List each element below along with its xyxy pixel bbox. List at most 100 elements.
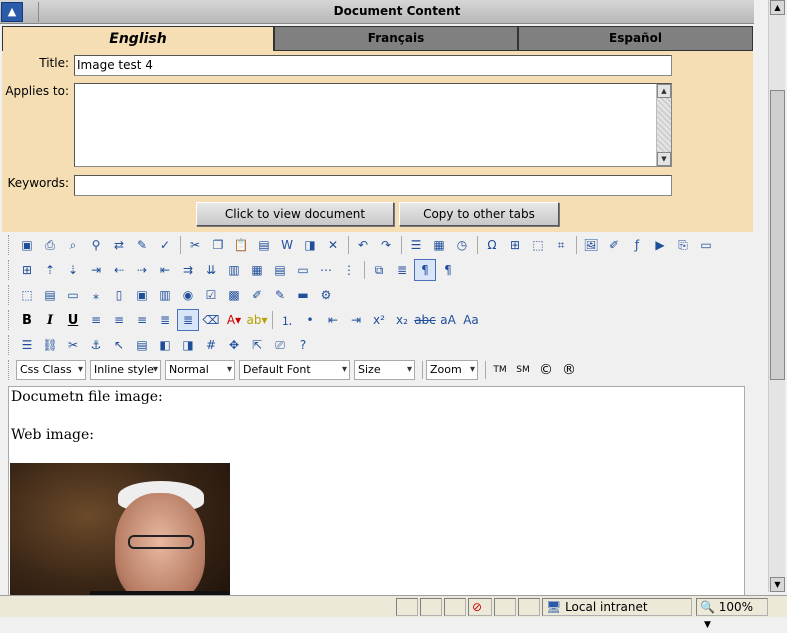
size-select[interactable]: Size: [354, 360, 415, 380]
merge-down-icon[interactable]: ⇊: [200, 259, 222, 281]
column-props-icon[interactable]: ⋯: [315, 259, 337, 281]
cell-props-icon[interactable]: ▤: [269, 259, 291, 281]
copy-icon[interactable]: ❐: [207, 234, 229, 256]
insert-image-icon[interactable]: 🖼: [580, 234, 602, 256]
insert-row-above-icon[interactable]: ⇡: [39, 259, 61, 281]
insert-table-icon[interactable]: ⊞: [16, 259, 38, 281]
insert-date-icon[interactable]: ▦: [428, 234, 450, 256]
print-preview-icon[interactable]: ⌕: [62, 234, 84, 256]
page-properties-icon[interactable]: ▤: [131, 334, 153, 356]
scroll-up-arrow-icon[interactable]: ▲: [770, 0, 785, 15]
css-class-select[interactable]: Css Class: [16, 360, 86, 380]
pdf-icon[interactable]: ⎘: [672, 234, 694, 256]
pointer-icon[interactable]: ↖: [108, 334, 130, 356]
zoom-select[interactable]: Zoom: [426, 360, 478, 380]
send-backward-icon[interactable]: ◨: [177, 334, 199, 356]
horizontal-rule-icon[interactable]: ☰: [16, 334, 38, 356]
form-hidden-icon[interactable]: ▯: [108, 284, 130, 306]
italic-button[interactable]: I: [39, 309, 61, 331]
tab-espanol[interactable]: Español: [518, 26, 753, 51]
form-reset-icon[interactable]: ✎: [269, 284, 291, 306]
paragraph-format-icon[interactable]: ≣: [391, 259, 413, 281]
form-select-icon[interactable]: ▣: [131, 284, 153, 306]
delete-icon[interactable]: ✕: [322, 234, 344, 256]
font-color-icon[interactable]: A▾: [223, 309, 245, 331]
align-center-icon[interactable]: ≡: [108, 309, 130, 331]
insert-column-left-icon[interactable]: ⇠: [108, 259, 130, 281]
insert-code-icon[interactable]: ⌗: [550, 234, 572, 256]
tab-english[interactable]: English: [2, 26, 274, 51]
highlight-color-icon[interactable]: ab▾: [246, 309, 268, 331]
form-textarea-icon[interactable]: ▤: [39, 284, 61, 306]
delete-column-icon[interactable]: ⇤: [154, 259, 176, 281]
form-list-icon[interactable]: ▥: [154, 284, 176, 306]
font-select[interactable]: Default Font: [239, 360, 350, 380]
servicemark-button[interactable]: SM: [512, 359, 534, 381]
insert-layer-icon[interactable]: ⬚: [527, 234, 549, 256]
bold-button[interactable]: B: [16, 309, 38, 331]
paste-icon[interactable]: 📋: [230, 234, 252, 256]
trademark-button[interactable]: TM: [489, 359, 511, 381]
security-zone[interactable]: 🖥 Local intranet: [542, 598, 692, 616]
form-checkbox-icon[interactable]: ☑: [200, 284, 222, 306]
align-left-icon[interactable]: ≡: [85, 309, 107, 331]
zoom-dropdown-icon[interactable]: ▼: [704, 620, 711, 630]
copyright-button[interactable]: ©: [535, 359, 557, 381]
title-field[interactable]: Image test 4: [74, 55, 672, 76]
subscript-icon[interactable]: x₂: [391, 309, 413, 331]
uppercase-icon[interactable]: Aa: [460, 309, 482, 331]
view-document-button[interactable]: Click to view document: [196, 202, 394, 226]
vertical-dots-icon[interactable]: ⋮: [338, 259, 360, 281]
insert-box-icon[interactable]: ⊞: [504, 234, 526, 256]
eraser-icon[interactable]: ⌫: [200, 309, 222, 331]
editor-content-area[interactable]: Documetn file image: Web image:: [8, 386, 745, 596]
align-justify-icon[interactable]: ≣: [154, 309, 176, 331]
find-icon[interactable]: ⚲: [85, 234, 107, 256]
special-char-icon[interactable]: Ω: [481, 234, 503, 256]
ltr-icon[interactable]: ¶: [414, 259, 436, 281]
format-painter-icon[interactable]: ✎: [131, 234, 153, 256]
merge-right-icon[interactable]: ⇉: [177, 259, 199, 281]
template-icon[interactable]: ▭: [695, 234, 717, 256]
paste-text-icon[interactable]: ▤: [253, 234, 275, 256]
scroll-down-arrow-icon[interactable]: ▼: [657, 152, 671, 166]
scrollbar-thumb[interactable]: [770, 90, 785, 380]
lowercase-icon[interactable]: aA: [437, 309, 459, 331]
save-icon[interactable]: ▣: [16, 234, 38, 256]
rtl-icon[interactable]: ¶: [437, 259, 459, 281]
form-button-icon[interactable]: ▬: [292, 284, 314, 306]
form-textfield-icon[interactable]: ▭: [62, 284, 84, 306]
form-submit-icon[interactable]: ✐: [246, 284, 268, 306]
spellcheck-icon[interactable]: ✓: [154, 234, 176, 256]
form-image-button-icon[interactable]: ▩: [223, 284, 245, 306]
strikethrough-icon[interactable]: abc: [414, 309, 436, 331]
form-properties-icon[interactable]: ⚙: [315, 284, 337, 306]
print-icon[interactable]: ⎙: [39, 234, 61, 256]
privacy-icon[interactable]: ⊘: [468, 598, 492, 616]
flash-icon[interactable]: ƒ: [626, 234, 648, 256]
applies-to-field[interactable]: ▲ ▼: [74, 83, 672, 167]
outdent-icon[interactable]: ⇤: [322, 309, 344, 331]
unordered-list-icon[interactable]: •: [299, 309, 321, 331]
scroll-up-arrow-icon[interactable]: ▲: [657, 84, 671, 98]
justify-full-icon[interactable]: ≣: [177, 309, 199, 331]
bring-forward-icon[interactable]: ◧: [154, 334, 176, 356]
row-props-icon[interactable]: ▭: [292, 259, 314, 281]
keywords-field[interactable]: [74, 175, 672, 196]
help-icon[interactable]: ?: [292, 334, 314, 356]
preview-icon[interactable]: ⎚: [269, 334, 291, 356]
select-object-icon[interactable]: ⇱: [246, 334, 268, 356]
show-borders-icon[interactable]: #: [200, 334, 222, 356]
paste-html-icon[interactable]: ◨: [299, 234, 321, 256]
delete-row-icon[interactable]: ⇥: [85, 259, 107, 281]
split-cell-icon[interactable]: ▥: [223, 259, 245, 281]
replace-icon[interactable]: ⇄: [108, 234, 130, 256]
copy-to-tabs-button[interactable]: Copy to other tabs: [399, 202, 559, 226]
redo-icon[interactable]: ↷: [375, 234, 397, 256]
cut-icon[interactable]: ✂: [184, 234, 206, 256]
paragraph-select[interactable]: Normal: [165, 360, 235, 380]
insert-row-below-icon[interactable]: ⇣: [62, 259, 84, 281]
form-password-icon[interactable]: ⁎: [85, 284, 107, 306]
form-icon[interactable]: ⬚: [16, 284, 38, 306]
window-scrollbar[interactable]: ▲ ▼: [768, 0, 785, 592]
